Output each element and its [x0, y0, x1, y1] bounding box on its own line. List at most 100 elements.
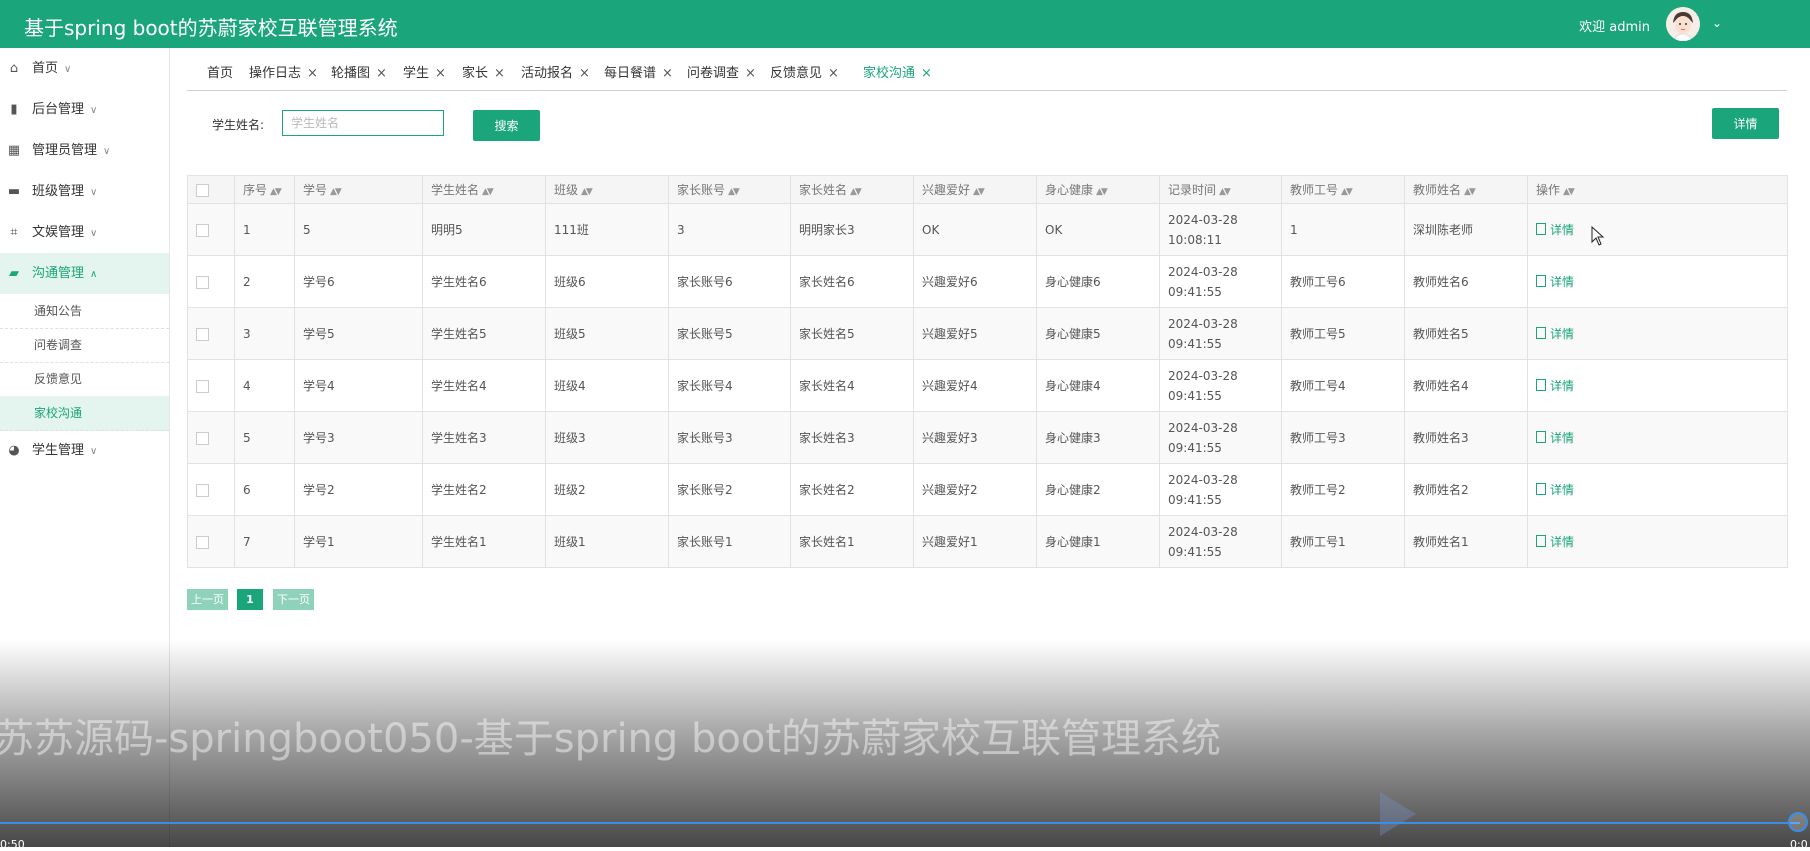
column-header[interactable]: 教师工号 ▲▼: [1281, 175, 1405, 204]
tab-label: 学生: [403, 66, 430, 81]
column-header[interactable]: 班级 ▲▼: [545, 175, 669, 204]
sort-icon[interactable]: ▲▼: [1096, 187, 1108, 197]
tab-feedback[interactable]: 反馈意见 ×: [770, 62, 839, 81]
tab-home[interactable]: 首页: [207, 62, 233, 81]
column-header[interactable]: 教师姓名 ▲▼: [1404, 175, 1528, 204]
table-cell: 班级5: [545, 307, 669, 360]
sidebar-item-home[interactable]: ⌂ 首页 ∨: [0, 48, 169, 89]
sidebar-item-class[interactable]: ▬ 班级管理 ∨: [0, 171, 169, 212]
row-checkbox[interactable]: [196, 535, 209, 549]
sort-icon[interactable]: ▲▼: [850, 187, 862, 197]
table-row[interactable]: 6 学号2 学生姓名2 班级2 家长账号2 家长姓名2 兴趣爱好2 身心健康2 2024-03-…: [187, 463, 1788, 516]
sidebar-item-admin[interactable]: ▦ 管理员管理 ∨: [0, 130, 169, 171]
sort-icon[interactable]: ▲▼: [1219, 187, 1231, 197]
row-detail-link[interactable]: 详情: [1536, 430, 1574, 445]
tab-parent[interactable]: 家长 ×: [462, 62, 505, 81]
row-checkbox[interactable]: [196, 431, 209, 445]
column-header-label: 兴趣爱好: [922, 183, 971, 197]
column-header[interactable]: 学号 ▲▼: [294, 175, 423, 204]
tab-operation-log[interactable]: 操作日志 ×: [249, 62, 318, 81]
sort-icon[interactable]: ▲▼: [1341, 187, 1353, 197]
sort-icon[interactable]: ▲▼: [1563, 187, 1575, 197]
tab-daily-menu[interactable]: 每日餐谱 ×: [604, 62, 673, 81]
table-row[interactable]: 7 学号1 学生姓名1 班级1 家长账号1 家长姓名1 兴趣爱好1 身心健康1 2024-03-…: [187, 515, 1788, 568]
video-progress-handle[interactable]: [1788, 812, 1808, 832]
submenu-item-survey[interactable]: 问卷调查: [0, 328, 169, 363]
detail-button[interactable]: 详情: [1712, 108, 1779, 139]
sidebar-item-communication[interactable]: ▰ 沟通管理 ∧: [0, 253, 169, 294]
sort-icon[interactable]: ▲▼: [330, 187, 342, 197]
close-icon[interactable]: ×: [435, 66, 446, 81]
sort-icon[interactable]: ▲▼: [728, 187, 740, 197]
table-cell: 身心健康2: [1036, 463, 1160, 516]
sort-icon[interactable]: ▲▼: [270, 187, 282, 197]
submenu-item-notice[interactable]: 通知公告: [0, 294, 169, 329]
select-all-checkbox[interactable]: [196, 183, 209, 197]
table-row[interactable]: 2 学号6 学生姓名6 班级6 家长账号6 家长姓名6 兴趣爱好6 身心健康6 2024-03-…: [187, 255, 1788, 308]
page-number-button[interactable]: 1: [237, 589, 263, 610]
table-row[interactable]: 4 学号4 学生姓名4 班级4 家长账号4 家长姓名4 兴趣爱好4 身心健康4 2024-03-…: [187, 359, 1788, 412]
close-icon[interactable]: ×: [494, 66, 505, 81]
tab-student[interactable]: 学生 ×: [403, 62, 446, 81]
column-header-label: 家长账号: [677, 183, 726, 197]
column-header[interactable]: 身心健康 ▲▼: [1036, 175, 1160, 204]
sidebar-item-student[interactable]: ◕ 学生管理 ∨: [0, 430, 169, 471]
row-checkbox[interactable]: [196, 483, 209, 497]
column-header[interactable]: 学生姓名 ▲▼: [422, 175, 546, 204]
close-icon[interactable]: ×: [376, 66, 387, 81]
mouse-cursor-icon: [1591, 226, 1605, 246]
chevron-down-icon[interactable]: ⌄: [1712, 16, 1722, 30]
submenu-label: 问卷调查: [34, 338, 83, 352]
tab-home-school[interactable]: 家校沟通 ×: [863, 62, 932, 81]
close-icon[interactable]: ×: [307, 66, 318, 81]
row-checkbox[interactable]: [196, 223, 209, 237]
column-header[interactable]: 兴趣爱好 ▲▼: [913, 175, 1037, 204]
row-detail-link[interactable]: 详情: [1536, 482, 1574, 497]
table-row[interactable]: 5 学号3 学生姓名3 班级3 家长账号3 家长姓名3 兴趣爱好3 身心健康3 2024-03-…: [187, 411, 1788, 464]
close-icon[interactable]: ×: [662, 66, 673, 81]
tab-survey[interactable]: 问卷调查 ×: [687, 62, 756, 81]
sort-icon[interactable]: ▲▼: [973, 187, 985, 197]
column-header[interactable]: 操作 ▲▼: [1527, 175, 1788, 204]
table-cell: 兴趣爱好1: [913, 515, 1037, 568]
sidebar-item-entertainment[interactable]: ⌗ 文娱管理 ∨: [0, 212, 169, 253]
close-icon[interactable]: ×: [828, 66, 839, 81]
video-progress-bar[interactable]: [0, 822, 1800, 824]
submenu-item-feedback[interactable]: 反馈意见: [0, 362, 169, 397]
row-checkbox[interactable]: [196, 275, 209, 289]
column-header[interactable]: 家长姓名 ▲▼: [790, 175, 914, 204]
prev-page-button[interactable]: 上一页: [187, 589, 228, 610]
row-checkbox[interactable]: [196, 379, 209, 393]
tab-activity[interactable]: 活动报名 ×: [521, 62, 590, 81]
row-checkbox[interactable]: [196, 327, 209, 341]
row-detail-link[interactable]: 详情: [1536, 222, 1574, 237]
row-detail-link[interactable]: 详情: [1536, 326, 1574, 341]
tab-carousel[interactable]: 轮播图 ×: [331, 62, 387, 81]
sort-icon[interactable]: ▲▼: [581, 187, 593, 197]
search-input[interactable]: [282, 110, 444, 136]
avatar[interactable]: [1666, 7, 1700, 41]
sort-icon[interactable]: ▲▼: [1464, 187, 1476, 197]
table-cell: 班级2: [545, 463, 669, 516]
row-detail-link[interactable]: 详情: [1536, 378, 1574, 393]
search-button[interactable]: 搜索: [473, 110, 540, 141]
row-detail-link[interactable]: 详情: [1536, 274, 1574, 289]
next-page-button[interactable]: 下一页: [273, 589, 314, 610]
table-cell: 身心健康6: [1036, 255, 1160, 308]
column-header[interactable]: 序号 ▲▼: [234, 175, 295, 204]
table-row[interactable]: 3 学号5 学生姓名5 班级5 家长账号5 家长姓名5 兴趣爱好5 身心健康5 2024-03-…: [187, 307, 1788, 360]
close-icon[interactable]: ×: [579, 66, 590, 81]
column-header[interactable]: 记录时间 ▲▼: [1159, 175, 1282, 204]
table-cell: 兴趣爱好6: [913, 255, 1037, 308]
column-header[interactable]: 家长账号 ▲▼: [668, 175, 791, 204]
close-icon[interactable]: ×: [921, 66, 932, 81]
chevron-down-icon: ∨: [90, 105, 98, 116]
sort-icon[interactable]: ▲▼: [482, 187, 494, 197]
play-icon[interactable]: [1380, 792, 1416, 836]
close-icon[interactable]: ×: [745, 66, 756, 81]
submenu-item-home-school[interactable]: 家校沟通: [0, 396, 169, 431]
sidebar-item-backend[interactable]: ▮ 后台管理 ∨: [0, 89, 169, 130]
table-row[interactable]: 1 5 明明5 111班 3 明明家长3 OK OK 2024-03-28 10:08:11 1 深…: [187, 203, 1788, 256]
row-detail-link[interactable]: 详情: [1536, 534, 1574, 549]
table-cell: 家长姓名2: [790, 463, 914, 516]
